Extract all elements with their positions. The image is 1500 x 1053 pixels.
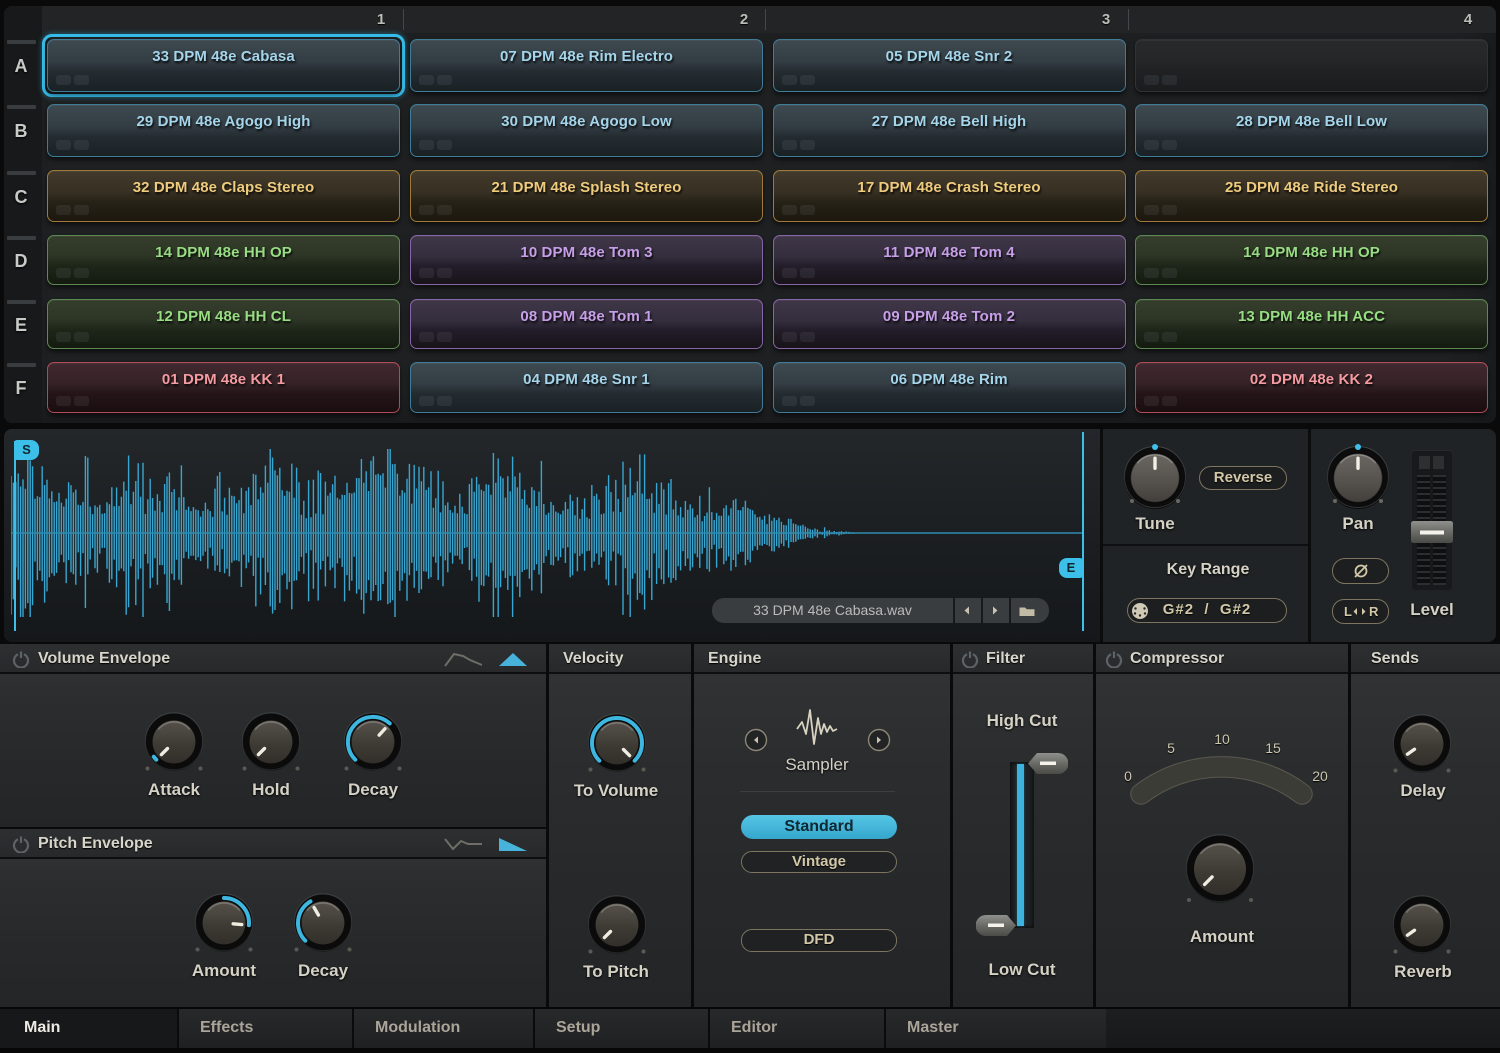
svg-text:R: R [1369,604,1379,619]
svg-text:L: L [1344,604,1352,619]
